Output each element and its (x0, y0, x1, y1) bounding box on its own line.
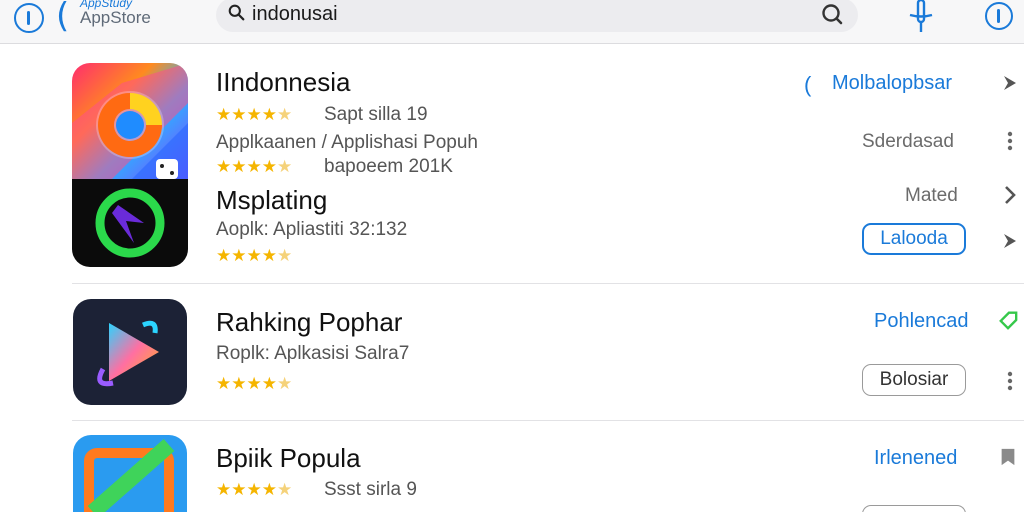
app-title[interactable]: Rahking Pophar (216, 307, 402, 338)
search-input[interactable] (252, 2, 752, 26)
pin-icon[interactable] (1000, 230, 1020, 252)
app-title[interactable]: Msplating (216, 185, 327, 216)
link-bracket-icon: ( (804, 72, 812, 97)
row-divider (72, 283, 1024, 284)
partial-button[interactable] (862, 505, 966, 512)
search-icon (228, 4, 245, 21)
app-title[interactable]: Bpiik Popula (216, 443, 361, 474)
back-chevron-icon[interactable]: ( (56, 0, 69, 36)
rating-text: Sapt silla 19 (324, 104, 428, 125)
pin-icon[interactable] (1000, 72, 1020, 94)
action-link[interactable]: Irlenened (874, 447, 957, 470)
microphone-icon[interactable] (906, 0, 936, 34)
account-info-icon[interactable] (985, 2, 1013, 30)
green-tag-icon[interactable] (998, 309, 1018, 331)
row-divider (72, 420, 1024, 421)
chevron-right-icon[interactable] (1000, 184, 1020, 206)
download-count: bapoeem 201K (324, 156, 453, 177)
load-button[interactable]: Lalooda (862, 223, 966, 255)
bookmark-icon[interactable] (998, 446, 1018, 468)
info-icon[interactable] (14, 3, 44, 33)
half-star-icon: ★ (276, 374, 293, 394)
top-bar: ( AppStudy AppStore (0, 0, 1024, 44)
rating-text: Ssst sirla 9 (324, 479, 417, 500)
status-text: Mated (905, 185, 958, 206)
app-category: Applkaanen / Applishasi Popuh (216, 132, 478, 153)
star-rating: ★★★★★ (216, 246, 293, 266)
download-button[interactable]: Bolosiar (862, 364, 966, 396)
half-star-icon: ★ (276, 246, 293, 266)
star-rating: ★★★★★ (216, 480, 293, 500)
app-icon-bpiik[interactable] (73, 435, 187, 512)
action-link[interactable]: Molbalopbsar (832, 72, 952, 95)
app-category: Aoplk: Apliastiti 32:132 (216, 219, 408, 240)
app-icon-indonnesia[interactable] (72, 63, 188, 267)
app-title[interactable]: IIndonnesia (216, 67, 350, 98)
half-star-icon: ★ (276, 480, 293, 500)
star-rating: ★★★★★ (216, 105, 293, 125)
search-submit-icon[interactable] (820, 3, 844, 27)
app-icon-ranking[interactable] (73, 299, 187, 405)
star-rating: ★★★★★ (216, 157, 293, 177)
more-options-icon[interactable] (1000, 130, 1020, 152)
store-name[interactable]: AppStore (80, 8, 151, 28)
half-star-icon: ★ (276, 157, 293, 177)
more-options-icon[interactable] (1000, 370, 1020, 392)
half-star-icon: ★ (276, 105, 293, 125)
status-text: Sderdasad (862, 131, 954, 152)
app-category: Roplk: Aplkasisi Salra7 (216, 343, 410, 364)
star-rating: ★★★★★ (216, 374, 293, 394)
action-link[interactable]: Pohlencad (874, 310, 969, 333)
